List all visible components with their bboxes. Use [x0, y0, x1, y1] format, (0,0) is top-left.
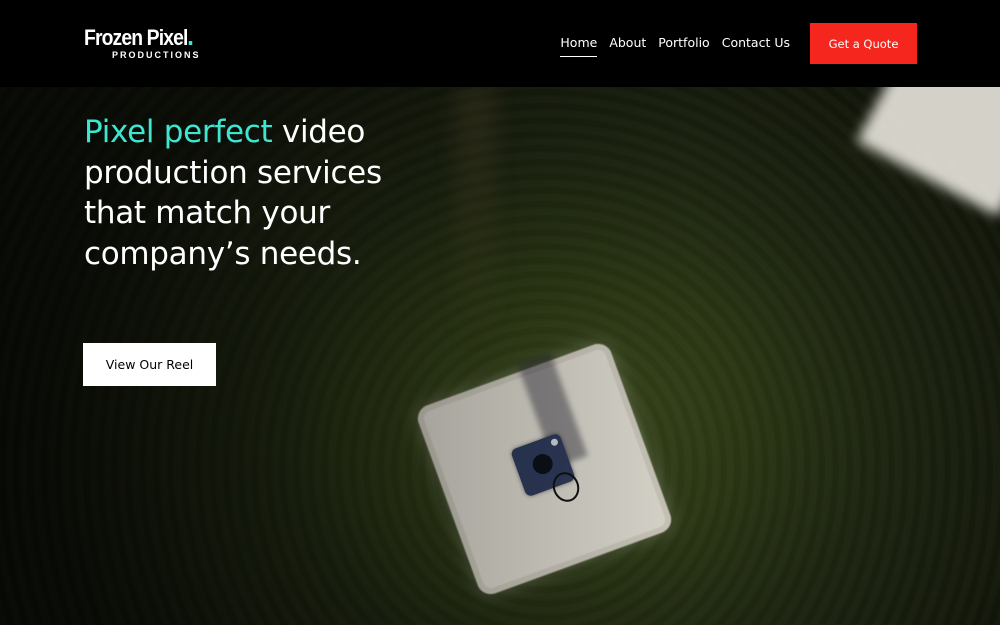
page: Frozen Pixel PRODUCTIONS Home About Port…	[0, 0, 1000, 625]
view-our-reel-button[interactable]: View Our Reel	[83, 343, 216, 386]
nav-item-home[interactable]: Home	[560, 35, 597, 57]
headline-accent: Pixel perfect	[84, 114, 273, 150]
nav-item-portfolio[interactable]: Portfolio	[658, 35, 709, 50]
logo-main-text: Frozen Pixel	[84, 25, 188, 50]
logo-dot-icon	[188, 41, 192, 45]
hero-headline: Pixel perfect video production services …	[84, 112, 414, 274]
main-nav: Home About Portfolio Contact Us	[560, 35, 790, 57]
logo[interactable]: Frozen Pixel PRODUCTIONS	[84, 25, 207, 61]
nav-item-about[interactable]: About	[609, 35, 646, 50]
nav-item-contact-us[interactable]: Contact Us	[722, 35, 790, 50]
logo-sub-text: PRODUCTIONS	[112, 50, 201, 60]
hero-section: Pixel perfect video production services …	[0, 87, 1000, 625]
get-a-quote-button[interactable]: Get a Quote	[810, 23, 917, 64]
site-header: Frozen Pixel PRODUCTIONS Home About Port…	[0, 0, 1000, 87]
